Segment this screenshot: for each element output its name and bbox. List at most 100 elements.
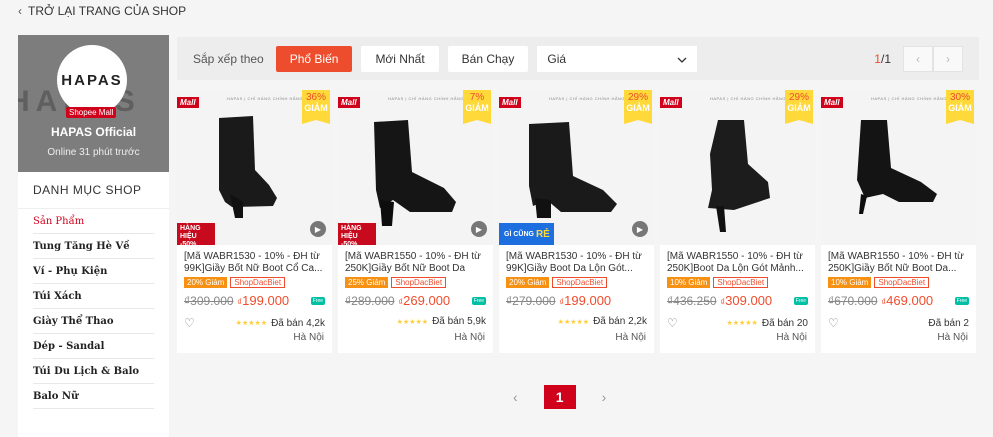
chevron-left-icon: ‹	[18, 4, 22, 18]
brand-line: HAPAS | CHỈ HÀNG CHÍNH HÃNG	[227, 96, 304, 101]
shop-tag: ShopDacBiet	[230, 277, 286, 288]
discount-percent: 7%	[469, 92, 485, 103]
shop-tag: ShopDacBiet	[713, 277, 769, 288]
page-indicator: 1/1	[874, 52, 891, 66]
sale-price: ₫309.000	[721, 293, 773, 308]
product-card[interactable]: Mall HAPAS | CHỈ HÀNG CHÍNH HÃNG 36% GIẢM…	[177, 90, 332, 353]
sidebar-heading: DANH MỤC SHOP	[18, 172, 169, 209]
product-title: [Mã WABR1530 - 10% - ĐH từ 99K]Giầy Bốt …	[184, 251, 323, 274]
price-select-label: Giá	[547, 51, 567, 66]
freeship-icon: Free	[793, 296, 808, 305]
chevron-down-icon	[677, 52, 687, 66]
chevron-right-icon[interactable]: ›	[602, 389, 607, 405]
original-price: ₫309.000	[184, 293, 234, 308]
chevron-right-icon: ›	[946, 51, 950, 66]
product-image: Mall HAPAS | CHỈ HÀNG CHÍNH HÃNG 30% GIẢM	[821, 90, 976, 245]
sort-popular-button[interactable]: Phổ Biến	[275, 45, 353, 72]
heart-icon[interactable]: ♡	[184, 316, 195, 330]
rating-stars: ★★★★★	[396, 318, 429, 326]
heart-icon[interactable]: ♡	[828, 316, 839, 330]
brand-sale-ribbon: HÀNG HIỆU -50%	[177, 223, 215, 245]
sold-count: Đã bán 4,2k	[271, 317, 325, 329]
discount-badge: 36% GIẢM	[302, 90, 330, 124]
mall-badge: Mall	[338, 97, 360, 108]
play-icon[interactable]: ▶	[310, 221, 326, 237]
sidebar-item-tui-du-lich-balo[interactable]: Túi Du Lịch & Balo	[33, 359, 154, 384]
shop-tag: ShopDacBiet	[552, 277, 608, 288]
sidebar-item-tung-tang-he-ve[interactable]: Tung Tăng Hè Về	[33, 234, 154, 259]
sale-price-value: 199.000	[564, 293, 612, 308]
shop-name: HAPAS Official	[50, 125, 137, 139]
sidebar-item-tui-xach[interactable]: Túi Xách	[33, 284, 154, 309]
next-page-button[interactable]: ›	[933, 45, 963, 72]
sold-count: Đã bán 2,2k	[593, 316, 647, 327]
discount-label: GIẢM	[787, 103, 811, 113]
product-card[interactable]: Mall HAPAS | CHỈ HÀNG CHÍNH HÃNG 29% GIẢM…	[499, 90, 654, 353]
product-card[interactable]: Mall HAPAS | CHỈ HÀNG CHÍNH HÃNG 30% GIẢM…	[821, 90, 976, 353]
product-title: [Mã WABR1530 - 10% - ĐH từ 99K]Giầy Boot…	[506, 251, 642, 274]
pagination: ‹ 1 ›	[513, 385, 606, 409]
shop-tag: ShopDacBiet	[874, 277, 930, 288]
discount-label: GIẢM	[304, 103, 328, 113]
product-image: Mall HAPAS | CHỈ HÀNG CHÍNH HÃNG 36% GIẢM…	[177, 90, 332, 245]
sidebar-item-san-pham[interactable]: Sản Phẩm	[33, 209, 154, 234]
ribbon-text: GÌ CŨNG	[504, 230, 534, 238]
discount-tag: 20% Giảm	[506, 277, 550, 288]
discount-badge: 29% GIẢM	[785, 90, 813, 124]
mall-badge: Mall	[660, 97, 682, 108]
product-card[interactable]: Mall HAPAS | CHỈ HÀNG CHÍNH HÃNG 29% GIẢM…	[660, 90, 815, 353]
freeship-icon: Free	[954, 296, 969, 305]
shop-category-sidebar: DANH MỤC SHOP Sản Phẩm Tung Tăng Hè Về V…	[18, 172, 169, 437]
mall-badge: Mall	[177, 97, 199, 108]
product-card[interactable]: Mall HAPAS | CHỈ HÀNG CHÍNH HÃNG 7% GIẢM …	[338, 90, 493, 353]
discount-percent: 29%	[788, 92, 809, 103]
discount-badge: 7% GIẢM	[463, 90, 491, 124]
sort-price-select[interactable]: Giá	[537, 45, 698, 72]
page-button-current[interactable]: 1	[543, 385, 576, 409]
mini-pager: 1/1 ‹ ›	[874, 45, 963, 72]
sort-label: Sắp xếp theo	[193, 51, 264, 66]
back-to-shop-link[interactable]: ‹ TRỞ LẠI TRANG CỦA SHOP	[18, 4, 186, 18]
original-price: ₫670.000	[828, 293, 878, 308]
shop-logo-text: HAPAS	[61, 71, 123, 89]
play-icon[interactable]: ▶	[632, 221, 648, 237]
sort-newest-button[interactable]: Mới Nhất	[361, 45, 439, 72]
play-icon[interactable]: ▶	[471, 221, 487, 237]
page-total: /1	[880, 51, 891, 66]
brand-line: HAPAS | CHỈ HÀNG CHÍNH HÃNG	[710, 96, 787, 101]
location: Hà Nội	[293, 332, 324, 343]
sale-price: ₫199.000	[238, 293, 290, 308]
sale-price: ₫469.000	[882, 293, 934, 308]
sidebar-item-dep-sandal[interactable]: Dép - Sandal	[33, 334, 154, 359]
brand-sale-ribbon: HÀNG HIỆU -50%	[338, 223, 376, 245]
sidebar-item-giay-the-thao[interactable]: Giày Thể Thao	[33, 309, 154, 334]
back-label: TRỞ LẠI TRANG CỦA SHOP	[28, 4, 187, 18]
discount-tag: 10% Giảm	[828, 277, 872, 288]
sale-price-value: 199.000	[242, 293, 290, 308]
discount-percent: 29%	[627, 92, 648, 103]
prev-page-button[interactable]: ‹	[903, 45, 933, 72]
heart-icon[interactable]: ♡	[667, 316, 678, 330]
sale-price: ₫269.000	[399, 293, 451, 308]
discount-badge: 30% GIẢM	[946, 90, 974, 124]
chevron-left-icon[interactable]: ‹	[513, 389, 518, 405]
rating-stars: ★★★★★	[726, 320, 758, 327]
location: Hà Nội	[454, 332, 485, 343]
shop-card[interactable]: HAPAS HAPAS Shopee Mall HAPAS Official O…	[18, 35, 169, 172]
ribbon-highlight: RẺ	[535, 228, 550, 240]
sidebar-item-balo-nu[interactable]: Balo Nữ	[33, 384, 154, 409]
location: Hà Nội	[937, 332, 968, 343]
shop-logo: HAPAS	[57, 45, 127, 115]
shop-online-status: Online 31 phút trước	[47, 147, 140, 158]
page-current: 1	[874, 51, 881, 66]
discount-tag: 20% Giảm	[184, 277, 228, 288]
discount-label: GIẢM	[626, 103, 650, 113]
sort-bestseller-button[interactable]: Bán Chạy	[447, 45, 529, 72]
sort-bar: Sắp xếp theo Phổ Biến Mới Nhất Bán Chạy …	[177, 37, 979, 80]
original-price: ₫289.000	[345, 293, 395, 308]
sidebar-item-vi-phu-kien[interactable]: Ví - Phụ Kiện	[33, 259, 154, 284]
discount-label: GIẢM	[948, 103, 972, 113]
location: Hà Nội	[776, 332, 807, 343]
freeship-icon: Free	[471, 296, 486, 305]
rating-stars: ★★★★★	[557, 318, 590, 326]
